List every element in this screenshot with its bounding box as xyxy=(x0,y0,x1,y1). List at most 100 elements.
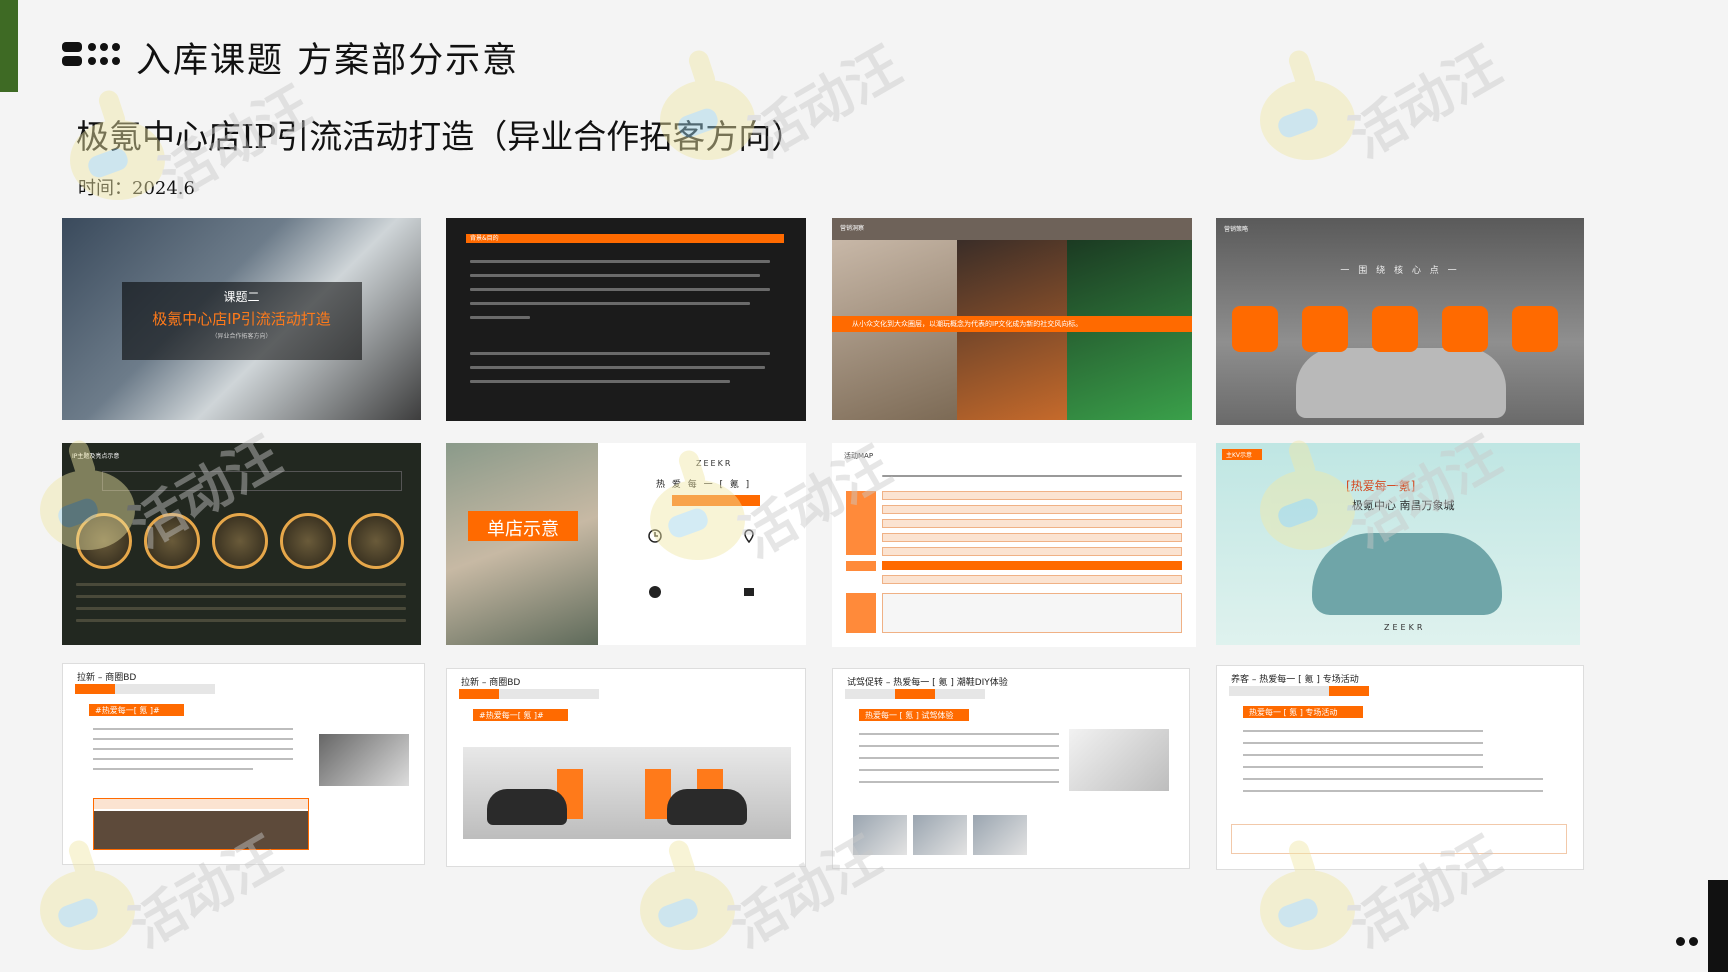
booth-photo xyxy=(319,734,409,786)
breadcrumb xyxy=(1229,686,1369,696)
slide-header: 背景&目的 xyxy=(470,235,499,242)
text-line xyxy=(1243,778,1543,780)
diy-photo xyxy=(1069,729,1169,791)
slide-header: IP主题及亮点示意 xyxy=(72,453,120,460)
text-line xyxy=(1243,766,1483,768)
photo-strip xyxy=(973,815,1027,855)
ip-circle xyxy=(280,513,336,569)
map-row xyxy=(882,519,1182,528)
strategy-step xyxy=(1512,306,1558,352)
skate-photo xyxy=(446,443,598,645)
text-line xyxy=(1243,730,1483,732)
schedule-table xyxy=(1231,824,1567,854)
scale-icon xyxy=(649,586,661,598)
text-line xyxy=(859,781,1059,783)
map-row xyxy=(882,547,1182,556)
slide-title: 极氪中心店IP引流活动打造 xyxy=(152,310,331,328)
ip-circle xyxy=(76,513,132,569)
slide-thumb-1[interactable]: 课题二 极氪中心店IP引流活动打造 （异业合作拓客方向） xyxy=(62,218,421,420)
slide-pill: #热爱每一[ 氪 ]# xyxy=(473,709,568,721)
brand-text: ZEEKR xyxy=(1384,623,1426,632)
slide-thumb-5[interactable]: IP主题及亮点示意 xyxy=(62,443,421,645)
map-row xyxy=(882,533,1182,542)
page-subtitle: 极氪中心店IP引流活动打造（异业合作拓客方向） xyxy=(76,117,805,156)
stage-label xyxy=(846,561,876,571)
breadcrumb xyxy=(845,689,985,699)
location-icon xyxy=(744,529,754,543)
stage-label xyxy=(846,491,876,555)
slide-thumb-4[interactable]: 营销策略 一 围 绕 核 心 点 一 xyxy=(1216,218,1584,425)
info-table xyxy=(93,798,309,850)
slide-thumb-2[interactable]: 背景&目的 xyxy=(446,218,806,421)
slide-tag: 单店示意 xyxy=(468,511,578,541)
strategy-step xyxy=(1372,306,1418,352)
date-label: 时间：2024.6 xyxy=(78,178,195,199)
slide-header: 拉新 – 商圈BD xyxy=(77,673,137,683)
slide-thumb-9[interactable]: 拉新 – 商圈BD #热爱每一[ 氪 ]# xyxy=(62,663,425,865)
kv-subtitle: 极氪中心 南昌万象城 xyxy=(1352,499,1455,512)
text-line xyxy=(859,757,1059,759)
strategy-step xyxy=(1232,306,1278,352)
partner-icon xyxy=(744,588,754,596)
page-dots xyxy=(1676,937,1698,946)
text-line xyxy=(93,748,293,750)
clock-icon xyxy=(648,529,662,543)
text-line xyxy=(93,728,293,730)
car-image xyxy=(1312,533,1502,615)
slide-kicker: 课题二 xyxy=(223,290,260,304)
map-row xyxy=(882,561,1182,570)
text-line xyxy=(1243,790,1543,792)
ip-circle xyxy=(212,513,268,569)
ip-circle xyxy=(144,513,200,569)
slide-pill: 热爱每一 [ 氪 ] 试驾体验 xyxy=(859,709,969,721)
corner-block xyxy=(1708,880,1728,972)
slide-header: 活动MAP xyxy=(844,452,874,460)
text-line xyxy=(470,380,730,383)
map-row xyxy=(882,593,1182,633)
text-line xyxy=(470,316,530,319)
text-line xyxy=(859,733,1059,735)
text-line xyxy=(859,769,1059,771)
strategy-step xyxy=(1302,306,1348,352)
slide-header: 拉新 – 商圈BD xyxy=(461,678,521,688)
slide-header: 营销洞察 xyxy=(840,225,865,232)
text-line xyxy=(76,607,406,610)
slide-thumb-12[interactable]: 养客 – 热爱每一 [ 氪 ] 专场活动 热爱每一 [ 氪 ] 专场活动 xyxy=(1216,665,1584,870)
text-line xyxy=(470,366,765,369)
slide-header: 试驾促转 – 热爱每一 [ 氪 ] 潮鞋DIY体验 xyxy=(847,678,1008,688)
text-line xyxy=(1243,742,1483,744)
text-line xyxy=(76,619,406,622)
text-line xyxy=(859,745,1059,747)
breadcrumb xyxy=(459,689,599,699)
accent-bar xyxy=(0,0,18,92)
text-line xyxy=(1243,754,1483,756)
text-line xyxy=(76,583,406,586)
slide-thumb-6[interactable]: 单店示意 ZEEKR 热 爱 每 一 [ 氪 ] xyxy=(446,443,806,645)
car-image xyxy=(1296,348,1506,418)
slide-header-bar: 背景&目的 xyxy=(466,234,784,243)
slide-thumb-3[interactable]: 营销洞察 从小众文化到大众圈层，以潮玩概念为代表的IP文化成为新的社交风向标。 xyxy=(832,218,1192,420)
slide-thumb-7[interactable]: 活动MAP xyxy=(832,443,1196,647)
slide-thumb-10[interactable]: 拉新 – 商圈BD #热爱每一[ 氪 ]# xyxy=(446,668,806,867)
map-row xyxy=(882,575,1182,584)
kv-title: [热爱每一氪] xyxy=(1346,479,1416,493)
timeline xyxy=(882,475,1182,477)
text-line xyxy=(470,274,760,277)
slide-tag: 主KV示意 xyxy=(1222,449,1262,460)
photo-strip xyxy=(913,815,967,855)
text-line xyxy=(470,260,770,263)
car-model xyxy=(667,789,747,825)
text-line xyxy=(470,288,770,291)
orange-bar xyxy=(672,495,760,506)
slide-heading: 一 围 绕 核 心 点 一 xyxy=(1340,266,1460,276)
text-line xyxy=(93,768,253,770)
slide-thumb-8[interactable]: 主KV示意 [热爱每一氪] 极氪中心 南昌万象城 ZEEKR xyxy=(1216,443,1580,645)
slide-thumb-11[interactable]: 试驾促转 – 热爱每一 [ 氪 ] 潮鞋DIY体验 热爱每一 [ 氪 ] 试驾体… xyxy=(832,668,1190,869)
slogan-text: 热 爱 每 一 [ 氪 ] xyxy=(656,480,752,490)
text-line xyxy=(470,302,750,305)
slide-header: 养客 – 热爱每一 [ 氪 ] 专场活动 xyxy=(1231,675,1359,685)
strategy-step xyxy=(1442,306,1488,352)
car-model xyxy=(487,789,567,825)
slide-header: 营销策略 xyxy=(1224,226,1249,233)
watermark: 活动汪 xyxy=(1250,34,1511,180)
